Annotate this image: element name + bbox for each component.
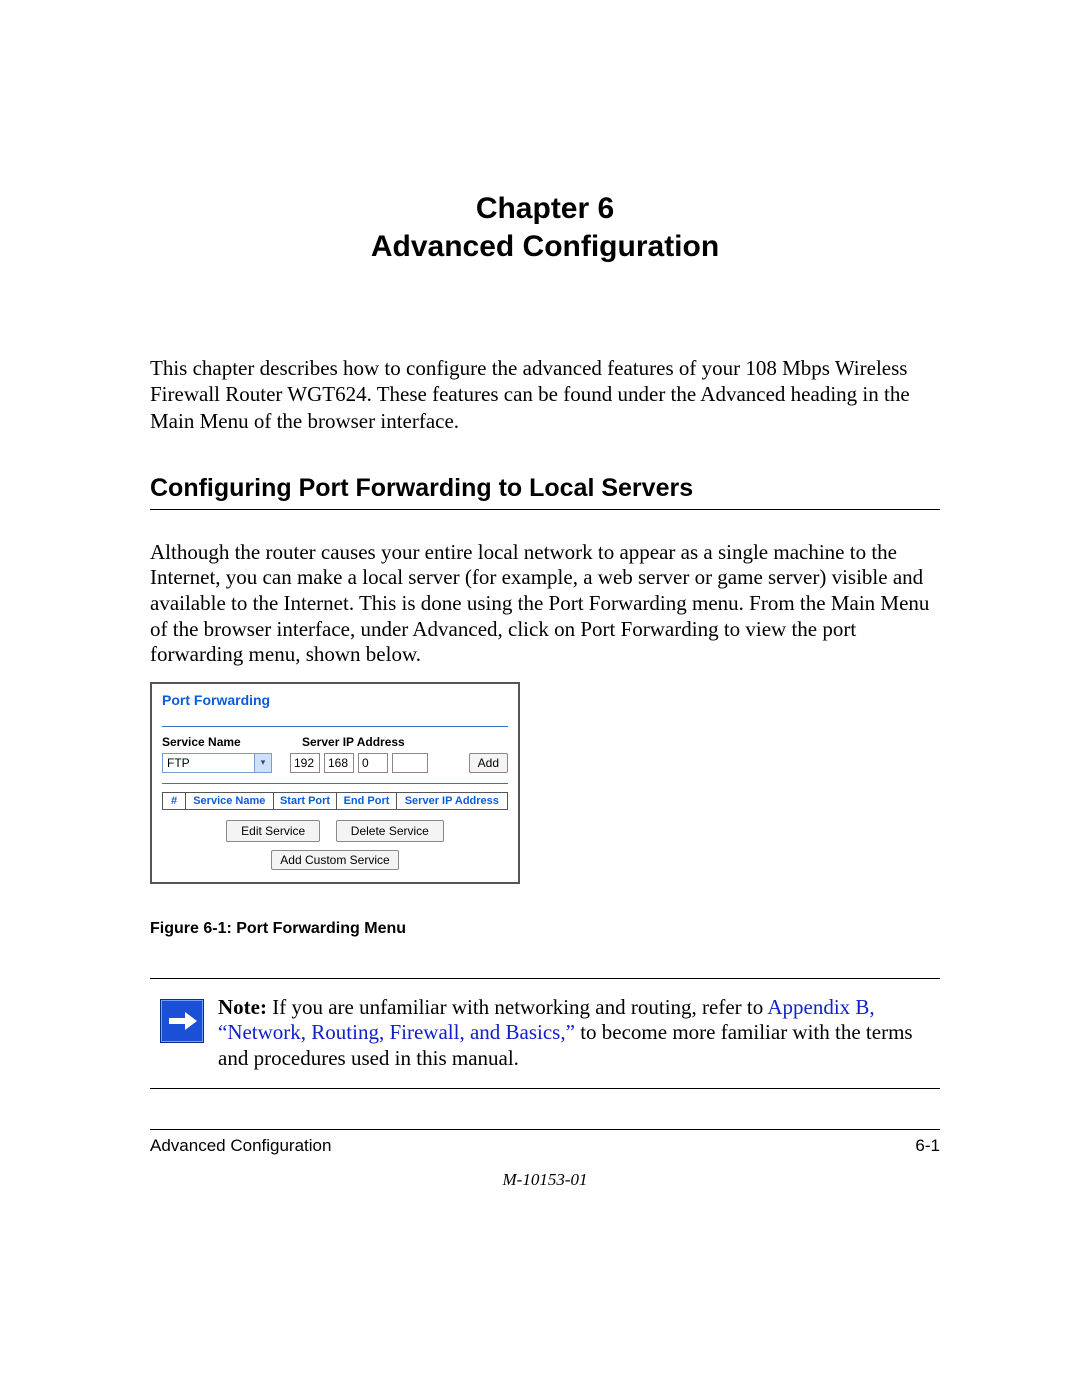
note-label: Note:: [218, 995, 267, 1019]
panel-input-row: FTP ▾ 192 168 0 Add: [162, 753, 508, 784]
chapter-heading: Chapter 6 Advanced Configuration: [150, 190, 940, 265]
col-start-port: Start Port: [273, 792, 337, 809]
table-header-row: # Service Name Start Port End Port Serve…: [163, 792, 508, 809]
note-text: Note: If you are unfamiliar with network…: [218, 995, 928, 1072]
chapter-line-2: Advanced Configuration: [150, 228, 940, 266]
section-heading: Configuring Port Forwarding to Local Ser…: [150, 474, 940, 510]
add-button[interactable]: Add: [469, 753, 508, 773]
chevron-down-icon: ▾: [254, 754, 271, 772]
col-hash: #: [163, 792, 186, 809]
arrow-right-icon: [160, 999, 204, 1043]
edit-service-button[interactable]: Edit Service: [226, 820, 320, 842]
note-pre: If you are unfamiliar with networking an…: [267, 995, 767, 1019]
panel-labels-row: Service Name Server IP Address: [162, 735, 508, 749]
service-name-value: FTP: [167, 756, 190, 770]
ip-octet-1[interactable]: 192: [290, 753, 320, 773]
col-service-name: Service Name: [186, 792, 274, 809]
figure-caption: Figure 6-1: Port Forwarding Menu: [150, 920, 940, 938]
panel-button-row-2: Add Custom Service: [162, 850, 508, 870]
service-name-label: Service Name: [162, 735, 302, 749]
footer-page-number: 6-1: [915, 1136, 940, 1156]
page: Chapter 6 Advanced Configuration This ch…: [0, 0, 1080, 1397]
footer-row: Advanced Configuration 6-1: [150, 1130, 940, 1156]
add-custom-service-button[interactable]: Add Custom Service: [271, 850, 398, 870]
panel-button-row: Edit Service Delete Service: [162, 820, 508, 842]
ip-octet-3[interactable]: 0: [358, 753, 388, 773]
footer-left: Advanced Configuration: [150, 1136, 331, 1156]
port-forwarding-table: # Service Name Start Port End Port Serve…: [162, 792, 508, 810]
server-ip-label: Server IP Address: [302, 735, 405, 749]
col-server-ip: Server IP Address: [396, 792, 507, 809]
intro-paragraph: This chapter describes how to configure …: [150, 355, 940, 434]
service-name-select[interactable]: FTP ▾: [162, 753, 272, 773]
col-end-port: End Port: [337, 792, 396, 809]
ip-octet-2[interactable]: 168: [324, 753, 354, 773]
panel-title: Port Forwarding: [162, 692, 508, 727]
ip-octet-4[interactable]: [392, 753, 428, 773]
delete-service-button[interactable]: Delete Service: [336, 820, 444, 842]
port-forwarding-panel: Port Forwarding Service Name Server IP A…: [150, 682, 520, 884]
note-box: Note: If you are unfamiliar with network…: [150, 978, 940, 1089]
body-paragraph-1: Although the router causes your entire l…: [150, 540, 940, 668]
document-number: M-10153-01: [150, 1170, 940, 1190]
chapter-line-1: Chapter 6: [150, 190, 940, 228]
